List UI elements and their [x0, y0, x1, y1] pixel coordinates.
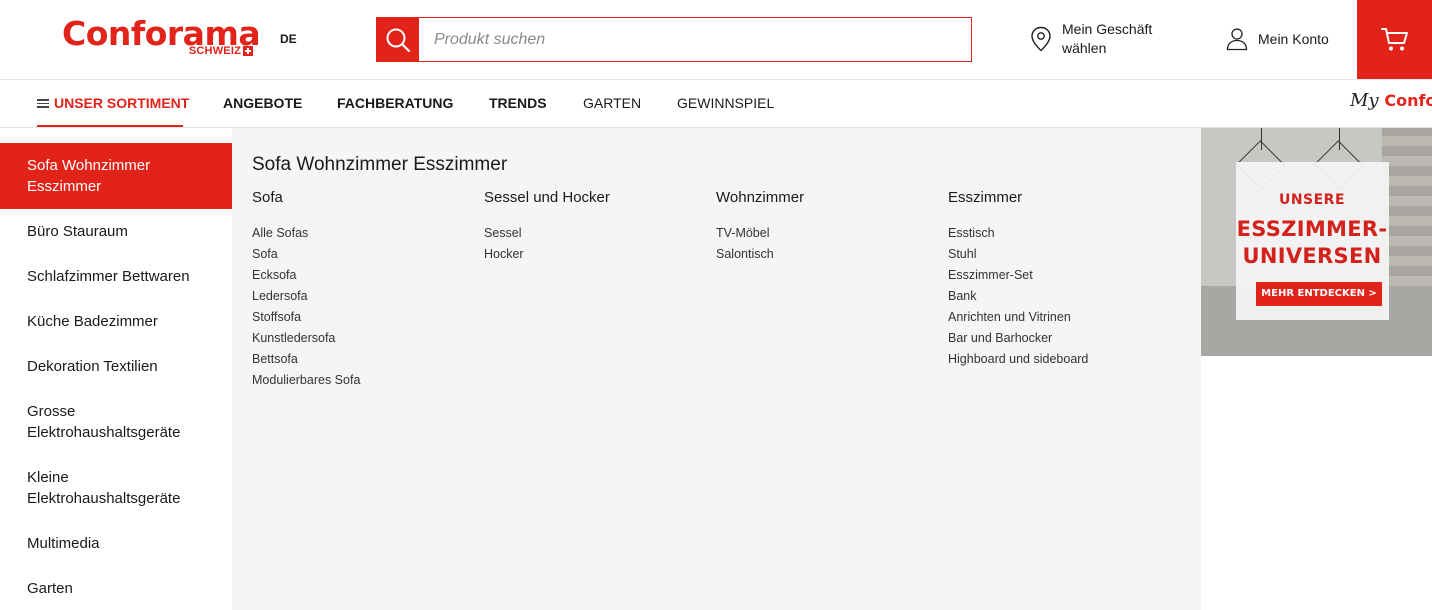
- column-heading[interactable]: Sessel und Hocker: [484, 189, 704, 206]
- location-pin-icon: [1031, 26, 1051, 52]
- nav-item-trends[interactable]: TRENDS: [489, 95, 547, 111]
- search-bar: [376, 17, 972, 62]
- nav-item-sortiment[interactable]: UNSER SORTIMENT: [37, 95, 189, 111]
- store-label: Mein Geschäft wählen: [1062, 21, 1153, 56]
- main-nav: UNSER SORTIMENT ANGEBOTE FACHBERATUNG TR…: [0, 80, 1432, 128]
- menu-link[interactable]: Ledersofa: [252, 286, 472, 307]
- category-sidebar: Sofa Wohnzimmer Esszimmer Büro Stauraum …: [0, 128, 245, 610]
- menu-link[interactable]: Stoffsofa: [252, 307, 472, 328]
- banner-line-2: ESSZIMMER- UNIVERSEN: [1236, 217, 1388, 268]
- menu-link[interactable]: Bar und Barhocker: [948, 328, 1168, 349]
- menu-link[interactable]: Bettsofa: [252, 349, 472, 370]
- promo-banner[interactable]: UNSERE ESSZIMMER- UNIVERSEN MEHR ENTDECK…: [1201, 128, 1432, 356]
- nav-item-fachberatung[interactable]: FACHBERATUNG: [337, 95, 453, 111]
- language-switcher[interactable]: DE: [280, 32, 297, 46]
- menu-link[interactable]: Sofa: [252, 244, 472, 265]
- sidebar-item-dekoration[interactable]: Dekoration Textilien: [0, 356, 232, 377]
- sidebar-item-kueche[interactable]: Küche Badezimmer: [0, 311, 232, 332]
- conforama-logo[interactable]: Conforama SCHWEIZ: [62, 14, 261, 64]
- mega-menu-panel: Sofa Wohnzimmer Esszimmer Sofa Alle Sofa…: [232, 128, 1201, 610]
- search-input[interactable]: [419, 18, 971, 61]
- active-nav-indicator: [37, 125, 183, 127]
- menu-link[interactable]: Highboard und sideboard: [948, 349, 1168, 370]
- menu-link[interactable]: Bank: [948, 286, 1168, 307]
- menu-link[interactable]: Esszimmer-Set: [948, 265, 1168, 286]
- panel-title[interactable]: Sofa Wohnzimmer Esszimmer: [252, 154, 507, 176]
- column-sessel: Sessel und Hocker Sessel Hocker: [484, 189, 704, 265]
- column-heading[interactable]: Esszimmer: [948, 189, 1168, 206]
- column-sofa: Sofa Alle Sofas Sofa Ecksofa Ledersofa S…: [252, 189, 472, 391]
- sidebar-item-grosse-elektro[interactable]: Grosse Elektrohaushaltsgeräte: [0, 401, 232, 443]
- account-link[interactable]: Mein Konto: [1226, 27, 1329, 51]
- sidebar-item-sofa-wohnzimmer[interactable]: Sofa Wohnzimmer Esszimmer: [0, 143, 232, 209]
- menu-link[interactable]: Esstisch: [948, 223, 1168, 244]
- menu-link[interactable]: Hocker: [484, 244, 704, 265]
- nav-item-angebote[interactable]: ANGEBOTE: [223, 95, 302, 111]
- sidebar-item-kleine-elektro[interactable]: Kleine Elektrohaushaltsgeräte: [0, 467, 232, 509]
- logo-country: SCHWEIZ: [189, 45, 253, 57]
- swiss-cross-icon: [243, 46, 253, 56]
- menu-link[interactable]: Alle Sofas: [252, 223, 472, 244]
- banner-text-box: UNSERE ESSZIMMER- UNIVERSEN MEHR ENTDECK…: [1236, 162, 1389, 320]
- sidebar-item-buero[interactable]: Büro Stauraum: [0, 221, 232, 242]
- menu-link[interactable]: Anrichten und Vitrinen: [948, 307, 1168, 328]
- menu-link[interactable]: TV-Möbel: [716, 223, 936, 244]
- store-locator[interactable]: Mein Geschäft wählen: [1030, 20, 1152, 58]
- column-wohnzimmer: Wohnzimmer TV-Möbel Salontisch: [716, 189, 936, 265]
- banner-line-1: UNSERE: [1278, 192, 1346, 208]
- user-icon: [1226, 28, 1248, 51]
- nav-item-gewinnspiel[interactable]: GEWINNSPIEL: [677, 95, 774, 111]
- menu-link[interactable]: Modulierbares Sofa: [252, 370, 472, 391]
- cart-button[interactable]: [1357, 0, 1432, 79]
- sidebar-item-schlafzimmer[interactable]: Schlafzimmer Bettwaren: [0, 266, 232, 287]
- menu-link[interactable]: Ecksofa: [252, 265, 472, 286]
- column-heading[interactable]: Wohnzimmer: [716, 189, 936, 206]
- column-esszimmer: Esszimmer Esstisch Stuhl Esszimmer-Set B…: [948, 189, 1168, 370]
- myconfo-logo[interactable]: My Confo: [1350, 90, 1432, 111]
- column-heading[interactable]: Sofa: [252, 189, 472, 206]
- sidebar-item-multimedia[interactable]: Multimedia: [0, 533, 232, 554]
- menu-link[interactable]: Stuhl: [948, 244, 1168, 265]
- menu-link[interactable]: Kunstledersofa: [252, 328, 472, 349]
- search-button[interactable]: [377, 18, 419, 61]
- menu-link[interactable]: Sessel: [484, 223, 704, 244]
- account-label: Mein Konto: [1258, 31, 1329, 47]
- site-header: Conforama SCHWEIZ DE Mein Geschäft wähle…: [0, 0, 1432, 80]
- banner-cta-button[interactable]: MEHR ENTDECKEN >: [1256, 282, 1382, 306]
- menu-link[interactable]: Salontisch: [716, 244, 936, 265]
- menu-icon: [37, 99, 49, 108]
- sidebar-item-garten[interactable]: Garten: [0, 578, 232, 599]
- cart-icon: [1380, 27, 1408, 50]
- search-icon: [386, 28, 411, 52]
- nav-item-garten[interactable]: GARTEN: [583, 95, 641, 111]
